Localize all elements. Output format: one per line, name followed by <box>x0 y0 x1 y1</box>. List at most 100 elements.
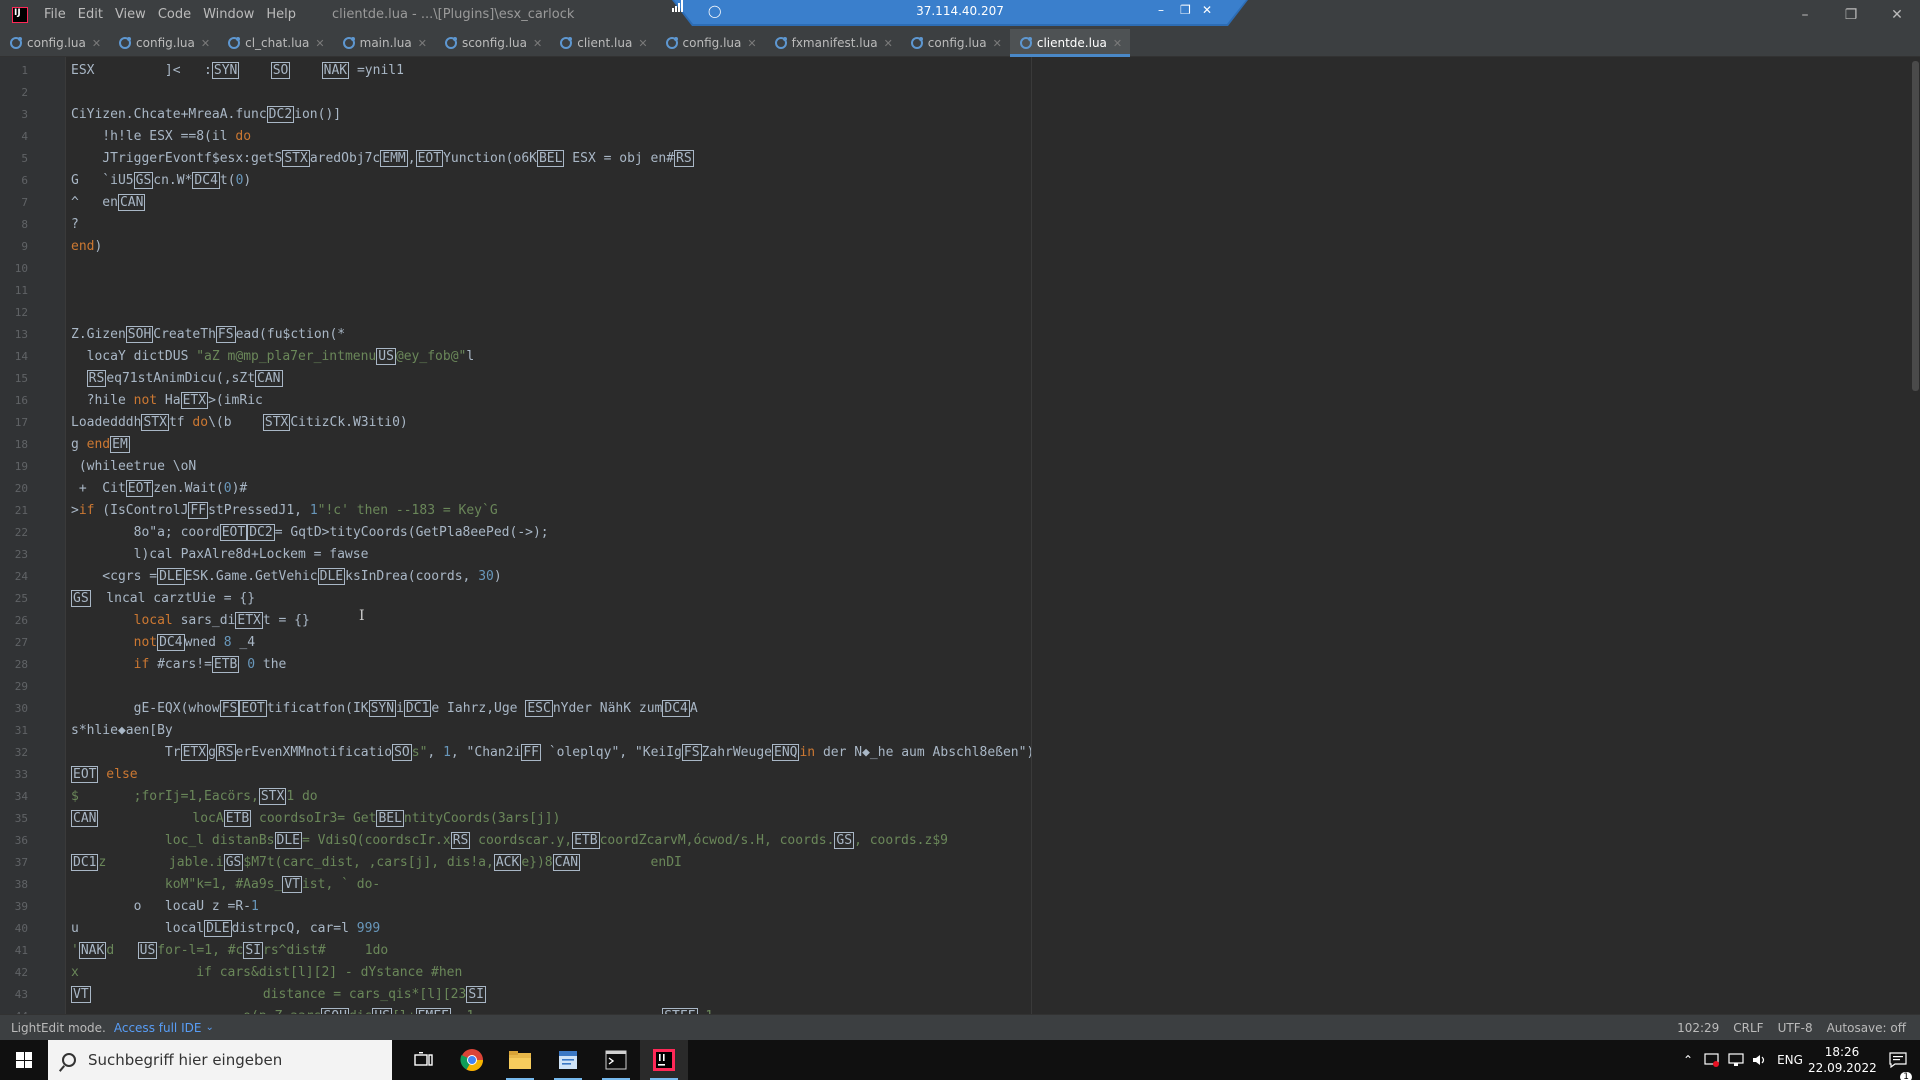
code-line[interactable]: l)cal PaxAlre8d+Lockem = fawse <box>71 544 369 566</box>
notification-center-button[interactable]: 1 <box>1876 1052 1920 1080</box>
autosave-status[interactable]: Autosave: off <box>1827 1021 1906 1035</box>
taskbar-search-box[interactable]: Suchbegriff hier eingeben <box>48 1040 392 1080</box>
line-number[interactable]: 11 <box>0 280 28 302</box>
chevron-down-icon[interactable]: ⌄ <box>205 1022 213 1033</box>
line-number-gutter[interactable]: 1 2 3 4 5 6 7 8 9 10 11 12 13 14 15 16 17 18 19 20 21 22 23 24 2… <box>0 57 66 1014</box>
code-line[interactable]: gE-EQX(whow FS EOT tificatfon(IK SYN i DC1 e Ia… <box>71 698 698 720</box>
line-number[interactable]: 1 <box>0 60 28 82</box>
tab-close-icon[interactable]: ✕ <box>92 37 101 50</box>
line-number[interactable]: 33 <box>0 764 28 786</box>
code-line[interactable]: >if (IsControlJ FF stPressedJ1, 1"!c' then… <box>71 500 498 522</box>
line-number[interactable]: 40 <box>0 918 28 940</box>
volume-tray-button[interactable] <box>1748 1040 1772 1080</box>
line-number[interactable]: 12 <box>0 302 28 324</box>
vertical-scrollbar[interactable] <box>1910 57 1920 1014</box>
line-number[interactable]: 31 <box>0 720 28 742</box>
tab-close-icon[interactable]: ✕ <box>533 37 542 50</box>
tab-config-lua-3[interactable]: config.lua ✕ <box>656 29 765 57</box>
code-line[interactable]: local sars_di ETX t = {} <box>71 610 310 632</box>
line-number[interactable]: 3 <box>0 104 28 126</box>
line-number[interactable]: 19 <box>0 456 28 478</box>
line-number[interactable]: 10 <box>0 258 28 280</box>
line-number[interactable]: 15 <box>0 368 28 390</box>
line-number[interactable]: 38 <box>0 874 28 896</box>
code-line[interactable]: $ ;forIj=1,Eacörs, STX 1 do <box>71 786 318 808</box>
line-number[interactable]: 28 <box>0 654 28 676</box>
code-line[interactable]: GS lncal carztUie = {} <box>71 588 255 610</box>
code-line[interactable]: CAN locA ETB coordsoIr3= Get BEL ntityCoord… <box>71 808 560 830</box>
code-line[interactable]: s*hlie◆aen[By <box>71 720 173 742</box>
editor-button[interactable] <box>544 1040 592 1080</box>
chrome-button[interactable] <box>448 1040 496 1080</box>
close-button[interactable]: ✕ <box>1874 0 1920 29</box>
code-line[interactable]: Z.Gizen SOH CreateTh FS ead(fu$ction(* <box>71 324 345 346</box>
code-line[interactable]: RS eq71stAnimDicu(,sZt CAN <box>71 368 283 390</box>
line-number[interactable]: 2 <box>0 82 28 104</box>
line-separator[interactable]: CRLF <box>1733 1021 1763 1035</box>
code-line[interactable]: Tr ETX g RS erEvenXMMnotificatio SO s", 1, "Ch… <box>71 742 1034 764</box>
line-number[interactable]: 18 <box>0 434 28 456</box>
code-line[interactable]: ' NAK d US for-l=1, #c SI rs^dist# 1do <box>71 940 388 962</box>
line-number[interactable]: 39 <box>0 896 28 918</box>
line-number[interactable]: 17 <box>0 412 28 434</box>
tab-close-icon[interactable]: ✕ <box>1113 37 1122 50</box>
intellij-button[interactable] <box>640 1040 688 1080</box>
line-number[interactable]: 30 <box>0 698 28 720</box>
menu-file[interactable]: File <box>38 0 72 29</box>
scrollbar-thumb[interactable] <box>1912 61 1919 391</box>
line-number[interactable]: 5 <box>0 148 28 170</box>
tab-sconfig-lua[interactable]: sconfig.lua ✕ <box>435 29 550 57</box>
terminal-button[interactable] <box>592 1040 640 1080</box>
code-line[interactable]: EOT else <box>71 764 138 786</box>
code-area[interactable]: ESX ]< : SYN SO NAK =ynil1 CiYizen.Chcate+… <box>71 57 1911 1014</box>
file-encoding[interactable]: UTF-8 <box>1778 1021 1813 1035</box>
security-tray-button[interactable] <box>1700 1040 1724 1080</box>
line-number[interactable]: 43 <box>0 984 28 1006</box>
tab-fxmanifest-lua[interactable]: fxmanifest.lua ✕ <box>765 29 901 57</box>
code-line[interactable]: end) <box>71 236 102 258</box>
code-line[interactable]: G `iU5 GS cn.W* DC4 t(0) <box>71 170 251 192</box>
tray-expand-button[interactable]: ⌃ <box>1676 1040 1700 1080</box>
code-line[interactable]: x if cars&dist[l][2] - dYstance #hen <box>71 962 462 984</box>
code-line[interactable]: ? <box>71 214 79 236</box>
rdp-minimize-icon[interactable]: – <box>1158 3 1164 17</box>
code-line[interactable]: (whileetrue \oN <box>71 456 196 478</box>
line-number[interactable]: 16 <box>0 390 28 412</box>
line-number[interactable]: 29 <box>0 676 28 698</box>
code-line[interactable]: u local DLE distrpcQ, car=l 999 <box>71 918 380 940</box>
code-line[interactable]: 8o"a; coord EOT DC2 = GqtD>tityCoords(GetPl… <box>71 522 549 544</box>
tab-clientde-lua[interactable]: clientde.lua ✕ <box>1009 29 1131 57</box>
line-number[interactable]: 22 <box>0 522 28 544</box>
network-tray-button[interactable] <box>1724 1040 1748 1080</box>
line-number[interactable]: 4 <box>0 126 28 148</box>
code-line[interactable]: CiYizen.Chcate+MreaA.func DC2 ion()] <box>71 104 341 126</box>
input-language-button[interactable]: ENG <box>1772 1040 1808 1080</box>
line-number[interactable]: 42 <box>0 962 28 984</box>
line-number[interactable]: 25 <box>0 588 28 610</box>
tab-close-icon[interactable]: ✕ <box>747 37 756 50</box>
minimize-button[interactable]: – <box>1782 0 1828 29</box>
cursor-position[interactable]: 102:29 <box>1677 1021 1719 1035</box>
code-line[interactable]: not DC4 wned 8 _4 <box>71 632 255 654</box>
line-number[interactable]: 8 <box>0 214 28 236</box>
line-number[interactable]: 36 <box>0 830 28 852</box>
code-line[interactable]: <cgrs = DLE ESK.Game.GetVehic DLE ksInDrea(c… <box>71 566 502 588</box>
code-line[interactable]: ?hile not Ha ETX >(imRic <box>71 390 263 412</box>
tab-close-icon[interactable]: ✕ <box>418 37 427 50</box>
code-line[interactable]: locaY dictDUS "aZ m@mp_pla7er_intmenu US @… <box>71 346 474 368</box>
access-full-ide-link[interactable]: Access full IDE <box>114 1021 202 1035</box>
tab-config-lua-2[interactable]: config.lua ✕ <box>109 29 218 57</box>
line-number[interactable]: 27 <box>0 632 28 654</box>
menu-help[interactable]: Help <box>260 0 302 29</box>
code-line[interactable]: koM"k=1, #Aa9s_ VT ist, ` do- <box>71 874 380 896</box>
code-line[interactable]: VT distance = cars_qis*[l][23 SI <box>71 984 486 1006</box>
line-number[interactable]: 41 <box>0 940 28 962</box>
tab-close-icon[interactable]: ✕ <box>993 37 1002 50</box>
rdp-close-icon[interactable]: ✕ <box>1202 3 1212 17</box>
menu-view[interactable]: View <box>109 0 152 29</box>
tab-client-lua[interactable]: client.lua ✕ <box>550 29 655 57</box>
rdp-restore-icon[interactable]: ❐ <box>1180 3 1191 17</box>
tab-config-lua-4[interactable]: config.lua ✕ <box>901 29 1010 57</box>
code-editor[interactable]: 1 2 3 4 5 6 7 8 9 10 11 12 13 14 15 16 17 18 19 20 21 22 23 24 2… <box>0 57 1920 1014</box>
tab-cl-chat-lua[interactable]: cl_chat.lua ✕ <box>218 29 333 57</box>
